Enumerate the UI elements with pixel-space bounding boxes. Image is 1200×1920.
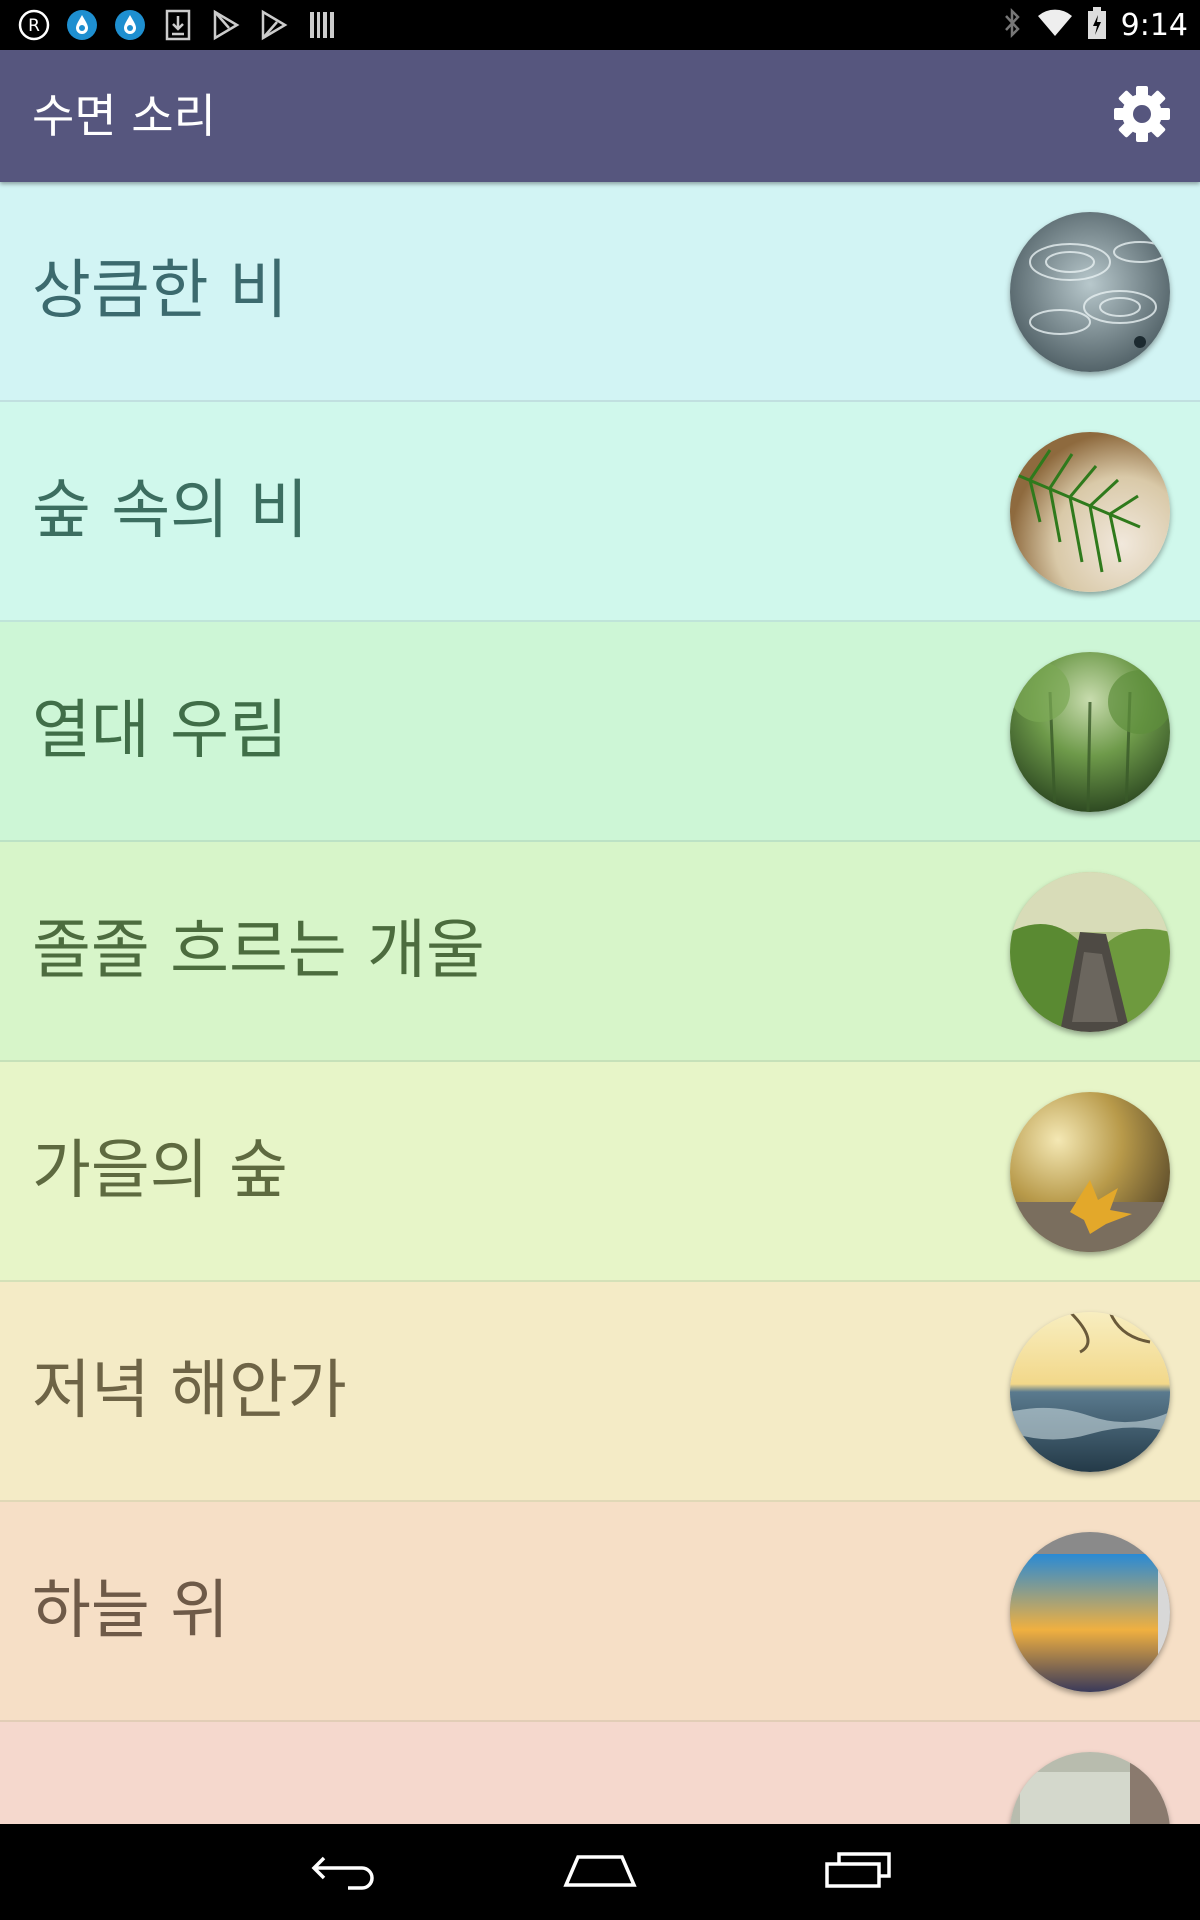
sound-thumbnail xyxy=(1010,1752,1170,1824)
sound-item[interactable]: 하늘 위 xyxy=(0,1502,1200,1722)
home-icon xyxy=(562,1851,638,1893)
play-store-icon xyxy=(208,7,244,43)
play-store-icon xyxy=(256,7,292,43)
sound-thumbnail xyxy=(1010,1532,1170,1692)
gear-icon xyxy=(1113,85,1171,147)
sound-thumbnail xyxy=(1010,432,1170,592)
bluetooth-icon xyxy=(1001,7,1023,43)
sound-label: 숲 속의 비 xyxy=(32,474,309,548)
app-bar: 수면 소리 xyxy=(0,50,1200,182)
barcode-icon xyxy=(304,7,340,43)
sound-label: 상큼한 비 xyxy=(32,254,288,328)
home-button[interactable] xyxy=(530,1824,670,1920)
sound-thumbnail xyxy=(1010,212,1170,372)
system-status: 9:14 xyxy=(1001,0,1188,50)
registered-icon: R xyxy=(16,7,52,43)
sound-item[interactable]: 저녁 해안가 xyxy=(0,1282,1200,1502)
sound-item[interactable]: 졸졸 흐르는 개울 xyxy=(0,842,1200,1062)
sound-item[interactable]: 상큼한 비 xyxy=(0,182,1200,402)
sound-list: 상큼한 비 숲 속의 비 열대 우림 졸졸 흐르는 개울 가을의 숲 저녁 해안… xyxy=(0,182,1200,1824)
app-title: 수면 소리 xyxy=(32,89,216,143)
sound-item[interactable]: 가을의 숲 xyxy=(0,1062,1200,1282)
navigation-bar xyxy=(0,1824,1200,1920)
battery-icon xyxy=(1087,6,1107,44)
back-button[interactable] xyxy=(273,1824,413,1920)
settings-button[interactable] xyxy=(1112,86,1172,146)
sound-label: 저녁 해안가 xyxy=(32,1354,347,1428)
sound-label: 가을의 숲 xyxy=(32,1134,288,1208)
wifi-icon xyxy=(1037,8,1073,42)
notification-icons: R xyxy=(16,7,340,43)
recent-apps-icon xyxy=(823,1850,893,1894)
svg-text:R: R xyxy=(28,16,40,36)
back-icon xyxy=(308,1850,378,1894)
sound-item[interactable]: 열대 우림 xyxy=(0,622,1200,842)
sound-label: 졸졸 흐르는 개울 xyxy=(32,914,485,988)
recent-apps-button[interactable] xyxy=(788,1824,928,1920)
water-drop-icon xyxy=(112,7,148,43)
sound-item[interactable]: 숲 속의 비 xyxy=(0,402,1200,622)
sound-thumbnail xyxy=(1010,1312,1170,1472)
sound-thumbnail xyxy=(1010,1092,1170,1252)
sound-thumbnail xyxy=(1010,652,1170,812)
download-icon xyxy=(160,7,196,43)
status-bar: R 9:14 xyxy=(0,0,1200,50)
clock: 9:14 xyxy=(1120,7,1188,43)
water-drop-icon xyxy=(64,7,100,43)
sound-label: 열대 우림 xyxy=(32,694,288,768)
sound-thumbnail xyxy=(1010,872,1170,1032)
sound-label: 하늘 위 xyxy=(32,1574,229,1648)
sound-item[interactable] xyxy=(0,1722,1200,1824)
